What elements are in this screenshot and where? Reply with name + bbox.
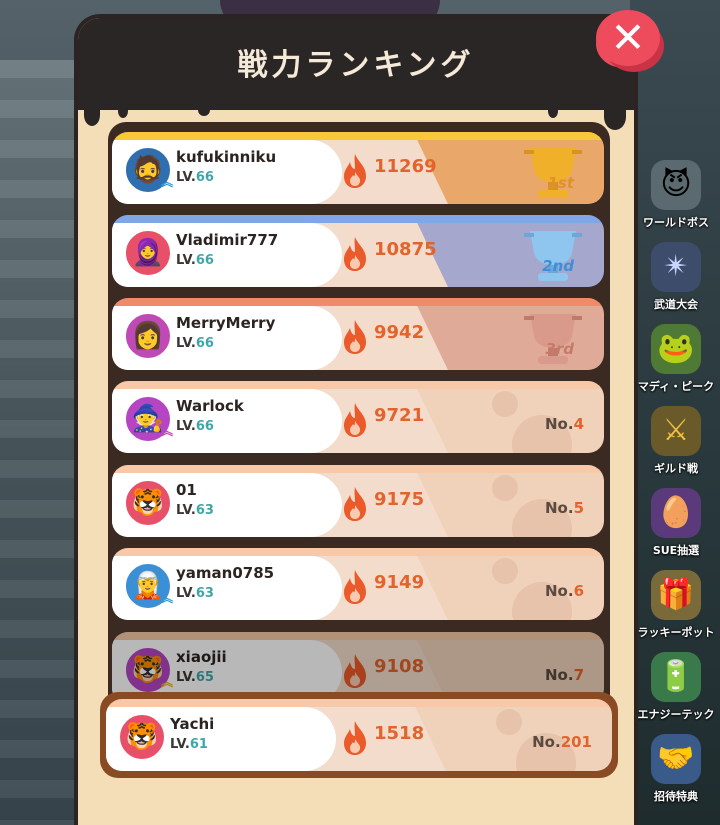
power-value: 9175 (374, 489, 425, 510)
crossed-swords-icon: ⚔ (651, 406, 701, 456)
player-name: yaman0785 (176, 564, 275, 582)
player-level: LV.63 (176, 586, 214, 601)
flame-icon (344, 403, 366, 437)
rank-chevron-icon: ︽ (160, 175, 173, 189)
avatar: 🐯 (116, 711, 168, 763)
power-value: 9149 (374, 572, 425, 593)
rank-label: 3rd (545, 340, 574, 358)
rank-number: No.4 (545, 415, 584, 433)
frog-icon: 🐸 (651, 324, 701, 374)
handshake-icon: 🤝 (651, 734, 701, 784)
row-accent (112, 215, 604, 223)
side-item-tournament[interactable]: ✴ 武道大会 (636, 232, 716, 312)
side-item-energy-tech[interactable]: 🔋 エナジーテック (636, 642, 716, 722)
row-accent (112, 132, 604, 140)
decor-dot (492, 558, 518, 584)
side-item-muddy-peak[interactable]: 🐸 マディ・ピーク (636, 314, 716, 394)
decor-dot (492, 475, 518, 501)
player-level: LV.66 (176, 336, 214, 351)
power-value: 10875 (374, 239, 437, 260)
avatar: 👩 (122, 310, 174, 362)
side-item-label: マディ・ピーク (637, 380, 715, 393)
ranking-row-5[interactable]: 🐯 01 LV.63 9175 No.5 (112, 465, 604, 537)
decor-dot (496, 709, 522, 735)
row-accent (112, 298, 604, 306)
power-value: 9721 (374, 405, 425, 426)
rank-number: No.6 (545, 582, 584, 600)
battery-icon: 🔋 (651, 652, 701, 702)
paint-drip (604, 104, 626, 130)
player-name: Vladimir777 (176, 231, 279, 249)
flame-icon (344, 570, 366, 604)
side-item-label: ワールドボス (643, 216, 709, 229)
bronze-trophy-icon (524, 314, 582, 364)
side-item-guild-war[interactable]: ⚔ ギルド戦 (636, 396, 716, 476)
side-item-sue-lottery[interactable]: 🥚 SUE抽選 (636, 478, 716, 558)
player-level: LV.66 (176, 170, 214, 185)
player-level: LV.66 (176, 253, 214, 268)
egg-icon: 🥚 (651, 488, 701, 538)
power-value: 9942 (374, 322, 425, 343)
row-accent (106, 699, 612, 707)
rank-number: No.201 (532, 733, 592, 751)
side-item-label: 招待特典 (654, 790, 698, 803)
page-title: 戦力ランキング (237, 48, 475, 83)
side-item-label: 武道大会 (654, 298, 698, 311)
flame-icon (344, 320, 366, 354)
ranking-row-4[interactable]: 🧙 ︽ Warlock LV.66 9721 No.4 (112, 381, 604, 453)
silver-trophy-icon (524, 231, 582, 281)
side-item-invite-bonus[interactable]: 🤝 招待特典 (636, 724, 716, 804)
side-item-label: ギルド戦 (654, 462, 698, 475)
power-value: 11269 (374, 156, 437, 177)
close-button[interactable]: ✕ (596, 10, 660, 66)
flame-icon (344, 487, 366, 521)
rank-chevron-icon: ︽ (160, 424, 173, 438)
player-name: 01 (176, 481, 197, 499)
row-accent (112, 465, 604, 473)
paint-drip (118, 104, 128, 118)
rank-number: No.5 (545, 499, 584, 517)
ranking-row-3[interactable]: 👩 MerryMerry LV.66 9942 3rd (112, 298, 604, 370)
flame-icon (344, 721, 366, 755)
avatar: 🧕 (122, 227, 174, 279)
decor-dot (492, 391, 518, 417)
power-value: 1518 (374, 723, 425, 744)
side-item-label: SUE抽選 (652, 544, 700, 557)
player-name: Yachi (170, 715, 215, 733)
row-accent (112, 381, 604, 389)
side-item-lucky-pot[interactable]: 🎁 ラッキーポット (636, 560, 716, 640)
player-name: kufukinniku (176, 148, 277, 166)
demon-icon: 😈 (651, 160, 701, 210)
player-name: Warlock (176, 397, 244, 415)
close-icon: ✕ (610, 13, 646, 62)
player-level: LV.61 (170, 737, 208, 752)
gold-trophy-icon (524, 148, 582, 198)
panel-header: 戦力ランキング (78, 18, 634, 110)
rank-label: 1st (547, 174, 574, 192)
player-name: MerryMerry (176, 314, 276, 332)
rank-label: 2nd (542, 257, 574, 275)
paint-drip (198, 104, 210, 116)
flame-icon (344, 237, 366, 271)
avatar: 🐯 (122, 477, 174, 529)
ranking-row-6[interactable]: 🧝 ︽ yaman0785 LV.63 9149 No.6 (112, 548, 604, 620)
self-ranking-row[interactable]: 🐯 Yachi LV.61 1518 No.201 (106, 699, 612, 771)
ranking-row-2[interactable]: 🧕 Vladimir777 LV.66 10875 2nd (112, 215, 604, 287)
flame-icon (344, 154, 366, 188)
paint-drip (548, 104, 558, 118)
side-item-label: エナジーテック (637, 708, 715, 721)
player-level: LV.63 (176, 503, 214, 518)
gift-icon: 🎁 (651, 570, 701, 620)
side-item-label: ラッキーポット (637, 626, 715, 639)
side-item-world-boss[interactable]: 😈 ワールドボス (636, 150, 716, 230)
paint-drip (84, 104, 100, 126)
ranking-row-1[interactable]: 🧔 ︽ kufukinniku LV.66 11269 1st (112, 132, 604, 204)
player-level: LV.66 (176, 419, 214, 434)
rank-chevron-icon: ︽ (160, 591, 173, 605)
row-accent (112, 548, 604, 556)
shuriken-icon: ✴ (651, 242, 701, 292)
